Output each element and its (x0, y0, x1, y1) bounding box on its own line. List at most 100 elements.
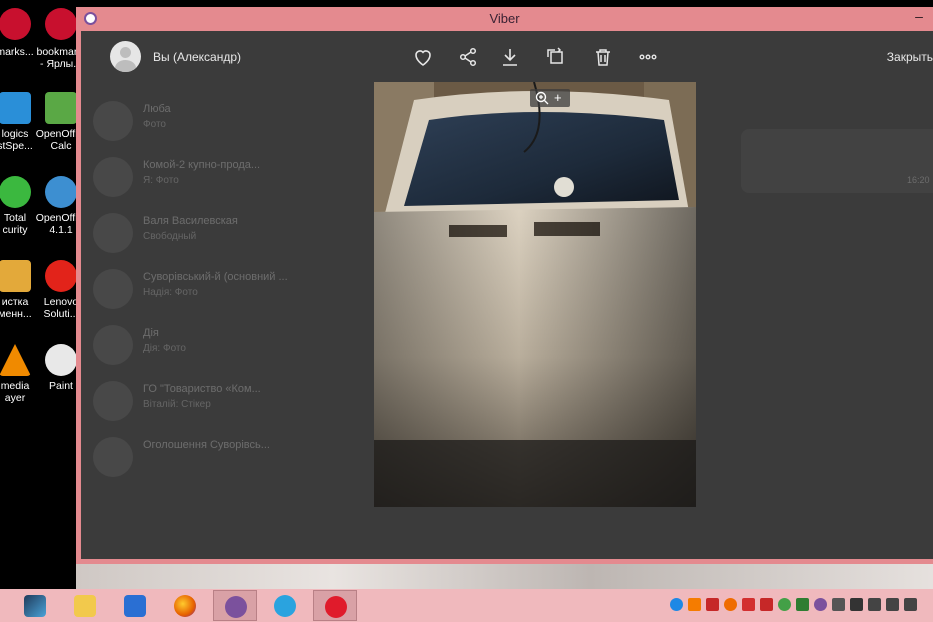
taskbar-opera[interactable] (313, 590, 357, 621)
tray-app-icon[interactable] (850, 598, 863, 611)
vlc-cone-icon (0, 344, 31, 376)
chat-list-item[interactable]: Оголошення Суворівсь... (93, 433, 323, 481)
chat-snippet: Фото (143, 119, 166, 130)
sender-name: Вы (Александр) (153, 50, 241, 64)
taskbar (0, 589, 933, 622)
firefox-icon (174, 595, 196, 617)
tray-viber-icon[interactable] (814, 598, 827, 611)
download-button[interactable] (498, 45, 522, 69)
tray-app-icon[interactable] (706, 598, 719, 611)
diagnostics-icon (0, 92, 31, 124)
avatar (93, 213, 133, 253)
photo-preview[interactable] (374, 82, 696, 507)
heart-icon (415, 50, 431, 66)
chat-snippet: Надія: Фото (143, 287, 198, 298)
taskbar-telegram[interactable] (263, 590, 307, 621)
chat-name: Суворівський-й (основний ... (143, 271, 288, 283)
avatar-body (115, 60, 136, 72)
like-button[interactable] (411, 45, 435, 69)
viewer-header: Вы (Александр) Закрыть (81, 31, 933, 89)
taskbar-edge[interactable] (13, 590, 57, 621)
avatar (93, 437, 133, 477)
speaker-icon[interactable] (904, 598, 917, 611)
chat-list-item[interactable]: Люба Фото (93, 97, 323, 145)
taskbar-firefox[interactable] (163, 590, 207, 621)
tray-security-icon[interactable] (778, 598, 791, 611)
taskbar-file-explorer[interactable] (63, 590, 107, 621)
zoom-plus-button[interactable]: + (554, 89, 562, 107)
chat-name: Комой-2 купно-прода... (143, 159, 261, 171)
battery-icon[interactable] (868, 598, 881, 611)
tray-app-icon[interactable] (670, 598, 683, 611)
tray-warning-icon[interactable] (688, 598, 701, 611)
chat-list-item[interactable]: Комой-2 купно-прода... Я: Фото (93, 153, 323, 201)
chat-snippet: Я: Фото (143, 175, 179, 186)
flag-icon[interactable] (886, 598, 899, 611)
opera-icon (0, 8, 31, 40)
minimize-button[interactable]: – (911, 9, 927, 25)
opera-icon (45, 8, 77, 40)
car-photo (374, 82, 696, 507)
avatar (93, 325, 133, 365)
chat-name: ГО "Товариство «Ком... (143, 383, 261, 395)
zoom-in-icon[interactable] (534, 90, 550, 106)
close-button[interactable]: Закрыть (887, 50, 933, 64)
more-button[interactable] (636, 45, 660, 69)
share-button[interactable] (456, 45, 480, 69)
title-bar[interactable]: Viber – (76, 7, 933, 31)
viber-icon (225, 596, 247, 618)
desktop-icon-label: ayer (4, 392, 26, 404)
opera-icon (325, 596, 347, 618)
taskbar-notes[interactable] (113, 590, 157, 621)
chat-list-item[interactable]: Дія Дія: Фото (93, 321, 323, 369)
chat-list-item[interactable]: ГО "Товариство «Ком... Віталій: Стікер (93, 377, 323, 425)
chat-snippet: Дія: Фото (143, 343, 186, 354)
viber-window: Viber – Люба Фото Комой-2 купно-прода... Я:… (76, 7, 933, 564)
chat-list-item[interactable]: Валя Василевская Свободный (93, 209, 323, 257)
openoffice-icon (45, 176, 77, 208)
zoom-controls: + (530, 89, 570, 107)
tray-app-icon[interactable] (724, 598, 737, 611)
rotate-button[interactable] (544, 45, 568, 69)
more-icon (639, 54, 657, 60)
window-title: Viber (489, 11, 520, 26)
rotate-icon (547, 47, 563, 64)
chat-name: Валя Василевская (143, 215, 238, 227)
telegram-icon (274, 595, 296, 617)
chat-snippet: Свободный (143, 231, 197, 242)
avatar (93, 157, 133, 197)
avatar[interactable] (110, 41, 141, 72)
lenovo-icon (45, 260, 77, 292)
chat-snippet: Віталій: Стікер (143, 399, 211, 410)
chat-list: Люба Фото Комой-2 купно-прода... Я: Фото Вал… (81, 91, 321, 559)
trash-icon (596, 49, 610, 66)
file-explorer-icon (74, 595, 96, 617)
palette-icon (45, 344, 77, 376)
tray-app-icon[interactable] (796, 598, 809, 611)
tray-app-icon[interactable] (760, 598, 773, 611)
broom-icon (0, 260, 31, 292)
notes-icon (124, 595, 146, 617)
avatar (93, 381, 133, 421)
message-time: 16:20 (907, 175, 930, 185)
system-tray (666, 598, 933, 614)
tray-app-icon[interactable] (742, 598, 755, 611)
delete-button[interactable] (591, 45, 615, 69)
edge-icon (24, 595, 46, 617)
plus-shield-icon (0, 176, 31, 208)
share-icon (459, 47, 477, 67)
chat-name: Люба (143, 103, 171, 115)
taskbar-viber[interactable] (213, 590, 257, 621)
download-icon (503, 49, 517, 66)
media-viewer: Люба Фото Комой-2 купно-прода... Я: Фото Вал… (81, 31, 933, 559)
chat-name: Оголошення Суворівсь... (143, 439, 270, 451)
chat-list-item[interactable]: Суворівський-й (основний ... Надія: Фото (93, 265, 323, 313)
signal-icon[interactable] (832, 598, 845, 611)
avatar-head (120, 47, 131, 58)
avatar (93, 101, 133, 141)
spreadsheet-icon (45, 92, 77, 124)
chat-name: Дія (143, 327, 159, 339)
avatar (93, 269, 133, 309)
wallpaper (76, 560, 933, 592)
message-bubble (741, 129, 933, 193)
